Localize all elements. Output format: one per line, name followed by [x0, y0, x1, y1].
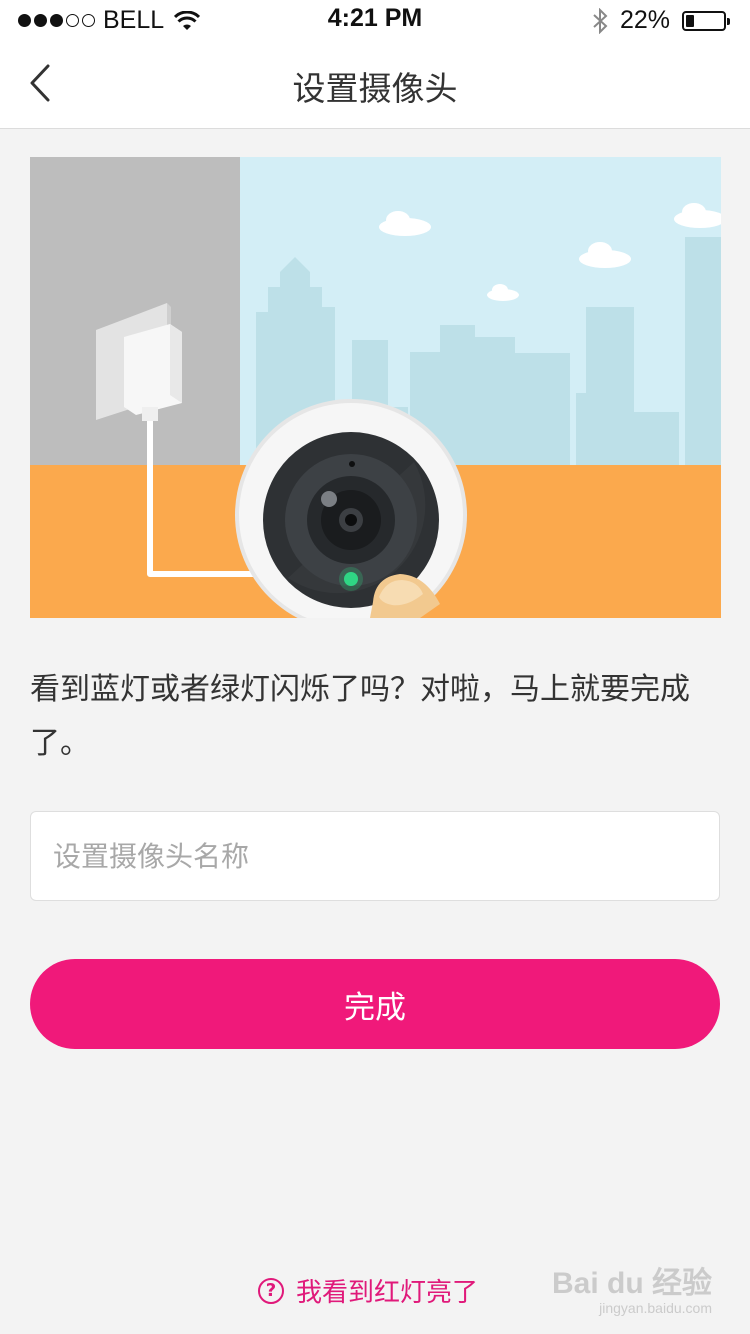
page-title: 设置摄像头: [292, 69, 458, 108]
done-button[interactable]: 完成: [30, 959, 720, 1049]
battery-level: [686, 14, 694, 27]
battery-percent: 22%: [619, 6, 670, 34]
navigation-bar: 设置摄像头: [0, 40, 750, 129]
battery-icon: [682, 10, 730, 31]
question-circle-icon: ?: [258, 1277, 284, 1304]
red-light-help-link[interactable]: ? 我看到红灯亮了: [258, 1272, 478, 1309]
status-bar: BELL 4:21 PM 22%: [0, 0, 750, 40]
watermark-logo: Bai du 经验: [551, 1267, 712, 1300]
instruction-text: 看到蓝灯或者绿灯闪烁了吗？对啦，马上就要完成了。: [30, 672, 690, 761]
watermark-url: jingyan.baidu.com: [599, 1300, 712, 1316]
camera-setup-illustration: [30, 157, 721, 618]
status-right: 22%: [592, 6, 730, 35]
help-link-label: 我看到红灯亮了: [296, 1278, 479, 1308]
bluetooth-icon: [593, 7, 608, 34]
illustration-canvas: [30, 157, 721, 618]
camera-name-input[interactable]: [30, 811, 720, 901]
watermark: Bai du 经验 jingyan.baidu.com: [552, 1258, 712, 1316]
